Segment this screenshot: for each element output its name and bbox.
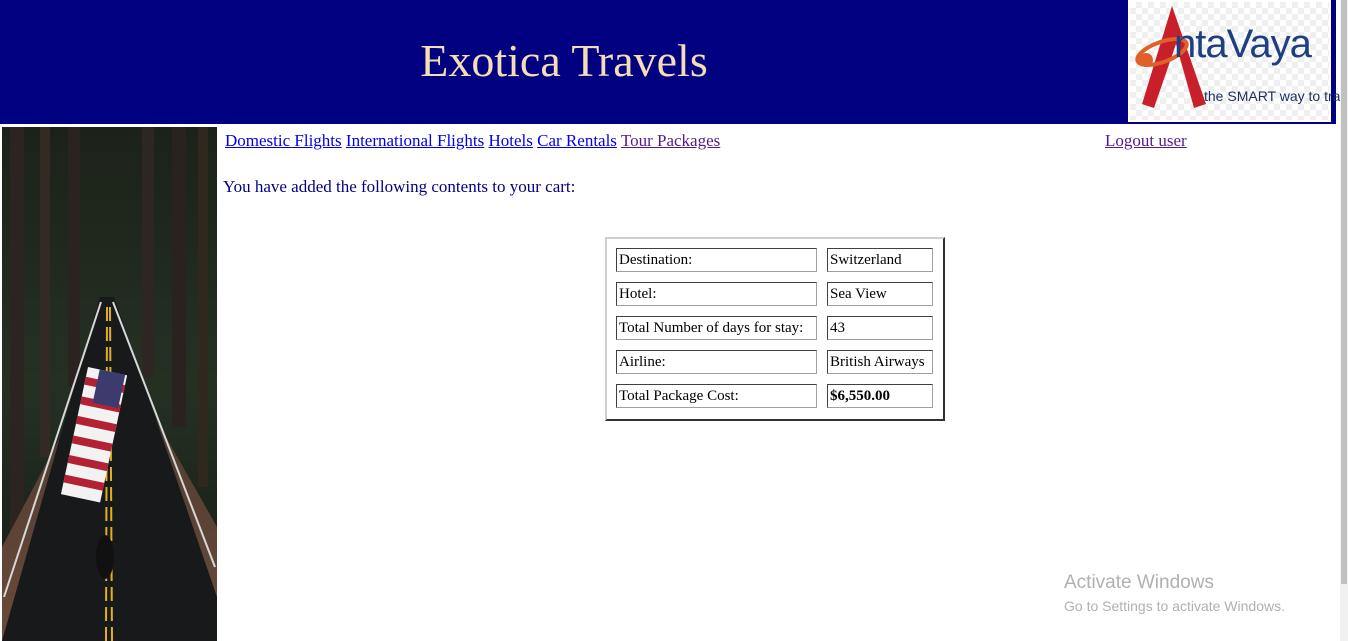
days-value: 43 [827, 316, 933, 340]
cart-row-destination: Destination: Switzerland [616, 248, 933, 282]
logo-brand-text: ntaVaya [1174, 22, 1312, 66]
cart-row-days: Total Number of days for stay: 43 [616, 316, 933, 350]
antavaya-logo: ntaVaya the SMART way to travel [1128, 0, 1348, 122]
airline-label: Airline: [616, 350, 817, 374]
cart-table: Destination: Switzerland Hotel: Sea View… [616, 248, 933, 418]
nav-car-rentals[interactable]: Car Rentals [537, 131, 617, 150]
activate-windows-title: Activate Windows [1064, 572, 1214, 593]
days-label: Total Number of days for stay: [616, 316, 817, 340]
main-nav: Domestic Flights International Flights H… [225, 131, 720, 151]
cart-row-airline: Airline: British Airways [616, 350, 933, 384]
nav-domestic-flights[interactable]: Domestic Flights [225, 131, 342, 150]
logo-tagline: the SMART way to travel [1204, 88, 1348, 104]
cart-row-hotel: Hotel: Sea View [616, 282, 933, 316]
destination-value: Switzerland [827, 248, 933, 272]
scrollbar-thumb[interactable] [1341, 0, 1347, 584]
site-title: Exotica Travels [420, 35, 708, 86]
cart-message: You have added the following contents to… [223, 177, 576, 196]
airline-value: British Airways [827, 350, 933, 374]
cart-summary: Destination: Switzerland Hotel: Sea View… [605, 237, 945, 421]
cost-value: $6,550.00 [827, 384, 933, 408]
cart-row-cost: Total Package Cost: $6,550.00 [616, 384, 933, 418]
cost-label: Total Package Cost: [616, 384, 817, 408]
nav-hotels[interactable]: Hotels [489, 131, 533, 150]
nav-international-flights[interactable]: International Flights [346, 131, 484, 150]
road-flag-photo [2, 127, 217, 641]
hotel-label: Hotel: [616, 282, 817, 306]
nav-tour-packages[interactable]: Tour Packages [621, 131, 720, 150]
logout-link[interactable]: Logout user [1105, 131, 1187, 151]
destination-label: Destination: [616, 248, 817, 272]
activate-windows-subtitle: Go to Settings to activate Windows. [1064, 598, 1285, 614]
hotel-value: Sea View [827, 282, 933, 306]
